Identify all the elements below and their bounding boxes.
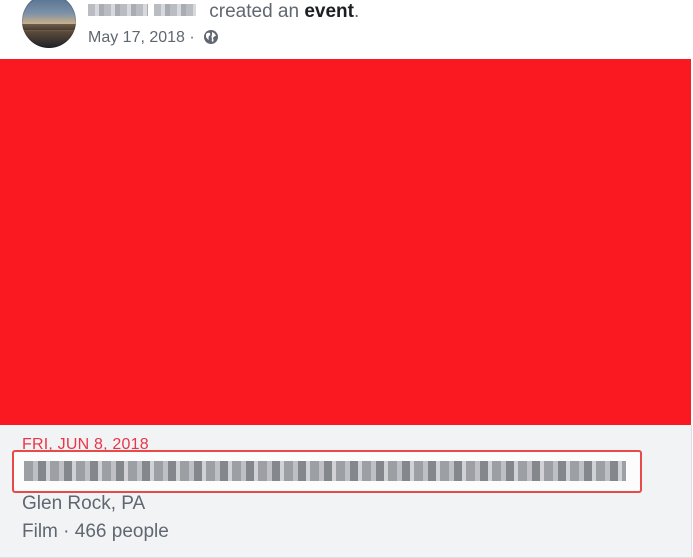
post-timestamp[interactable]: May 17, 2018 xyxy=(88,29,185,46)
event-post: created an event. May 17, 2018 · FRI, JU… xyxy=(0,0,693,558)
event-attendance[interactable]: 466 people xyxy=(75,521,169,542)
event-cover-image[interactable] xyxy=(0,59,691,425)
event-title-redacted[interactable] xyxy=(24,461,626,481)
event-details[interactable]: FRI, JUN 8, 2018 Glen Rock, PA Film · 46… xyxy=(0,425,692,558)
post-meta: May 17, 2018 · xyxy=(88,28,219,51)
post-header: created an event. May 17, 2018 · xyxy=(20,0,680,58)
meta-separator: · xyxy=(184,29,200,46)
globe-icon[interactable] xyxy=(203,29,219,51)
author-name-redacted[interactable] xyxy=(88,4,148,17)
post-headline: created an event. xyxy=(88,1,359,23)
info-separator: · xyxy=(57,521,75,542)
author-avatar[interactable] xyxy=(22,0,76,48)
event-location: Glen Rock, PA xyxy=(22,493,146,514)
event-category: Film xyxy=(22,521,58,542)
author-name-redacted[interactable] xyxy=(154,4,196,17)
action-text: created an xyxy=(204,1,305,22)
event-title-highlight[interactable] xyxy=(12,450,642,493)
action-end: . xyxy=(353,1,360,22)
event-link[interactable]: event xyxy=(304,1,354,22)
avatar-landscape-image xyxy=(22,24,76,30)
event-info: Film · 466 people xyxy=(22,521,169,543)
